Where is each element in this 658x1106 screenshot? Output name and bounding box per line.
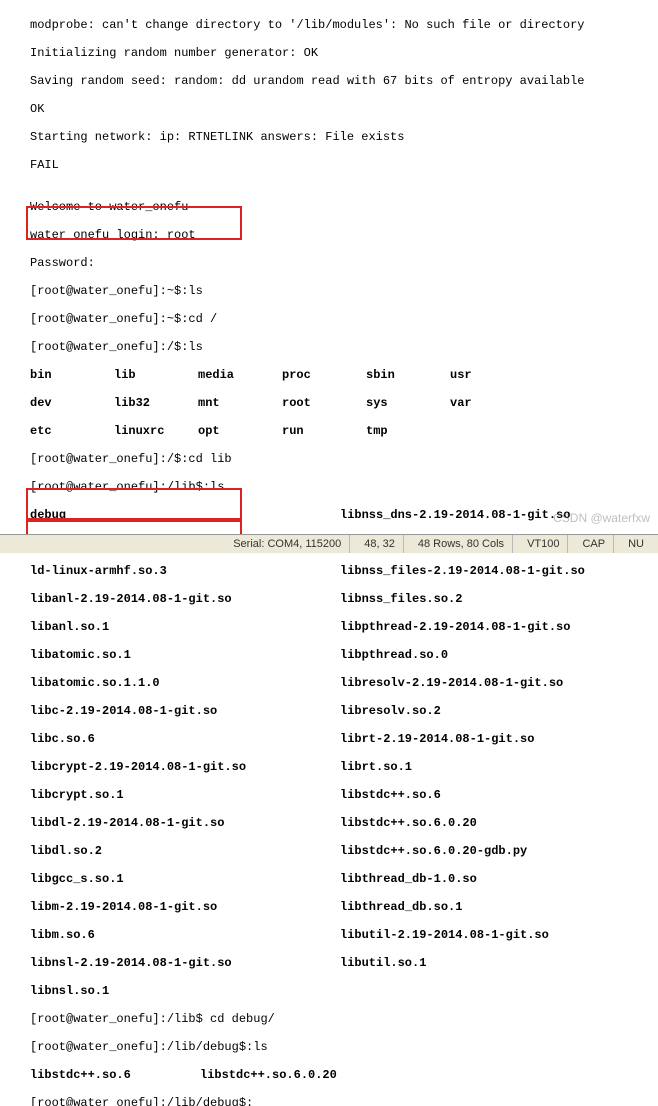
prompt-line: [root@water_onefu]:~$:ls (2, 284, 658, 298)
status-serial: Serial: COM4, 115200 (225, 535, 350, 553)
status-capslock: CAP (574, 535, 614, 553)
boot-line: FAIL (2, 158, 658, 172)
lib-row: ld-linux-armhf.so.3libnss_files-2.19-201… (2, 564, 658, 578)
lib-row: libdl-2.19-2014.08-1-git.solibstdc++.so.… (2, 816, 658, 830)
login-line: water_onefu login: root (2, 228, 658, 242)
lib-row: libnsl.so.1 (2, 984, 658, 998)
terminal-output[interactable]: modprobe: can't change directory to '/li… (0, 0, 658, 1106)
prompt-line: [root@water_onefu]:~$:cd / (2, 312, 658, 326)
prompt-line: [root@water_onefu]:/lib$:ls (2, 480, 658, 494)
prompt-line: [root@water_onefu]:/$:ls (2, 340, 658, 354)
lib-row: libc.so.6librt-2.19-2014.08-1-git.so (2, 732, 658, 746)
welcome-line: Welcome to water_onefu (2, 200, 658, 214)
boot-line: Starting network: ip: RTNETLINK answers:… (2, 130, 658, 144)
lib-row: libdl.so.2libstdc++.so.6.0.20-gdb.py (2, 844, 658, 858)
status-bar: Serial: COM4, 115200 48, 32 48 Rows, 80 … (0, 534, 658, 553)
lib-row: libm-2.19-2014.08-1-git.solibthread_db.s… (2, 900, 658, 914)
boot-line: modprobe: can't change directory to '/li… (2, 18, 658, 32)
lib-row: debuglibnss_dns-2.19-2014.08-1-git.so (2, 508, 658, 522)
prompt-line: [root@water_onefu]:/lib$ cd debug/ (2, 1012, 658, 1026)
lib-row: libm.so.6libutil-2.19-2014.08-1-git.so (2, 928, 658, 942)
lib-row: libnsl-2.19-2014.08-1-git.solibutil.so.1 (2, 956, 658, 970)
status-dimensions: 48 Rows, 80 Cols (410, 535, 513, 553)
prompt-line: [root@water_onefu]:/lib/debug$:ls (2, 1040, 658, 1054)
lib-row: libanl.so.1libpthread-2.19-2014.08-1-git… (2, 620, 658, 634)
debug-ls-row: libstdc++.so.6libstdc++.so.6.0.20 (2, 1068, 658, 1082)
boot-line: Initializing random number generator: OK (2, 46, 658, 60)
password-line: Password: (2, 256, 658, 270)
lib-row: libatomic.so.1libpthread.so.0 (2, 648, 658, 662)
lib-row: libcrypt-2.19-2014.08-1-git.solibrt.so.1 (2, 760, 658, 774)
lib-row: libanl-2.19-2014.08-1-git.solibnss_files… (2, 592, 658, 606)
boot-line: OK (2, 102, 658, 116)
lib-row: libatomic.so.1.1.0libresolv-2.19-2014.08… (2, 676, 658, 690)
ls-row: binlibmediaprocsbinusr (2, 368, 658, 382)
boot-line: Saving random seed: random: dd urandom r… (2, 74, 658, 88)
prompt-line: [root@water_onefu]:/$:cd lib (2, 452, 658, 466)
lib-row: libc-2.19-2014.08-1-git.solibresolv.so.2 (2, 704, 658, 718)
lib-row: libgcc_s.so.1libthread_db-1.0.so (2, 872, 658, 886)
status-term-type: VT100 (519, 535, 568, 553)
ls-row: devlib32mntrootsysvar (2, 396, 658, 410)
prompt-current[interactable]: [root@water_onefu]:/lib/debug$: (2, 1096, 658, 1106)
ls-row: etclinuxrcoptruntmp (2, 424, 658, 438)
lib-row: libcrypt.so.1libstdc++.so.6 (2, 788, 658, 802)
status-numlock: NU (620, 535, 652, 553)
status-cursor-pos: 48, 32 (356, 535, 404, 553)
